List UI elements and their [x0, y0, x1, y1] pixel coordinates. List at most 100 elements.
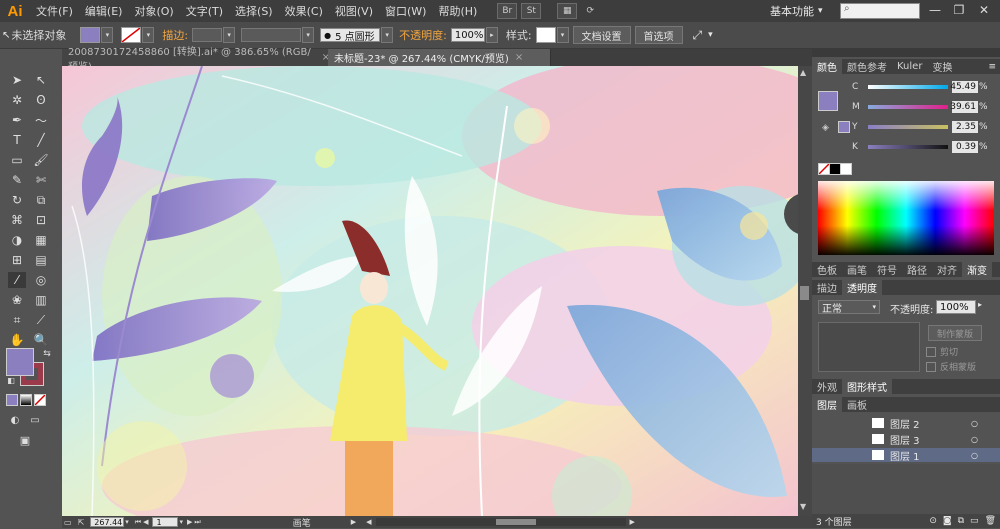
- brush-definition[interactable]: ● 5 点圆形: [320, 28, 381, 43]
- slider-value-c[interactable]: 45.49: [950, 81, 978, 93]
- hscroll-right-icon[interactable]: ▶: [630, 518, 635, 526]
- eyedropper-tool-icon[interactable]: ⁄: [8, 272, 26, 288]
- panel-menu-icon[interactable]: ≡: [988, 62, 996, 72]
- prev-page-icon[interactable]: ◀: [143, 518, 148, 526]
- layer-row[interactable]: 图层 3 ○: [812, 432, 1000, 447]
- shape-builder-tool-icon[interactable]: ◑: [8, 232, 26, 248]
- swap-colors-icon[interactable]: ⇆: [38, 346, 56, 362]
- slider-track-k[interactable]: [868, 145, 948, 149]
- magic-wand-tool-icon[interactable]: ✲: [8, 92, 26, 108]
- tab-gradient[interactable]: 渐变: [962, 262, 992, 277]
- chevron-down-icon[interactable]: ▾: [179, 518, 183, 526]
- tab-stroke[interactable]: 描边: [812, 280, 842, 295]
- menu-effect[interactable]: 效果(C): [279, 3, 329, 19]
- width-tool-icon[interactable]: ⌘: [8, 212, 26, 228]
- direct-selection-tool-icon[interactable]: ↖: [32, 72, 50, 88]
- tab-layers[interactable]: 图层: [812, 397, 842, 412]
- opacity-field[interactable]: 100%: [450, 28, 485, 42]
- perspective-grid-tool-icon[interactable]: ▦: [32, 232, 50, 248]
- tab-color[interactable]: 颜色: [812, 59, 842, 74]
- make-mask-button[interactable]: 制作蒙版: [928, 325, 983, 341]
- panel-opacity-field[interactable]: 100%: [936, 300, 976, 314]
- slider-value-y[interactable]: 2.35: [952, 121, 978, 133]
- type-tool-icon[interactable]: T: [8, 132, 26, 148]
- drawing-mode-icon[interactable]: ◐: [6, 412, 24, 428]
- horizontal-scrollbar[interactable]: [375, 518, 626, 526]
- chevron-right-icon[interactable]: ▸: [485, 27, 498, 43]
- white-swatch[interactable]: [840, 163, 852, 175]
- layer-target-icon[interactable]: ○: [971, 419, 978, 428]
- blend-mode-select[interactable]: 正常 ▾: [818, 300, 880, 315]
- tab-appearance[interactable]: 外观: [812, 379, 842, 394]
- color-spectrum[interactable]: [818, 181, 994, 255]
- chevron-down-icon[interactable]: ▾: [101, 27, 114, 43]
- menu-help[interactable]: 帮助(H): [432, 3, 483, 19]
- panel-stroke-swatch[interactable]: [838, 121, 850, 133]
- slice-tool-icon[interactable]: ⟋: [32, 312, 50, 328]
- color-mode-icon[interactable]: [6, 394, 18, 406]
- layer-target-icon[interactable]: ○: [971, 435, 978, 444]
- lasso-tool-icon[interactable]: ʘ: [32, 92, 50, 108]
- layer-name[interactable]: 图层 3: [890, 432, 920, 447]
- tab-pathfinder[interactable]: 路径: [902, 262, 932, 277]
- scale-tool-icon[interactable]: ⧉: [32, 192, 50, 208]
- slider-value-k[interactable]: 0.39: [952, 141, 978, 153]
- chevron-down-icon[interactable]: ▾: [223, 27, 236, 43]
- rotate-tool-icon[interactable]: ↻: [8, 192, 26, 208]
- menu-edit[interactable]: 编辑(E): [79, 3, 129, 19]
- vertical-scrollbar[interactable]: ▲ ▼: [798, 66, 812, 516]
- stroke-swatch[interactable]: [121, 27, 142, 43]
- menu-view[interactable]: 视图(V): [329, 3, 379, 19]
- out-of-gamut-icon[interactable]: ◈: [822, 123, 829, 133]
- tab-align[interactable]: 对齐: [932, 262, 962, 277]
- layer-name[interactable]: 图层 1: [890, 448, 920, 463]
- close-button[interactable]: ✕: [975, 2, 993, 18]
- menu-object[interactable]: 对象(O): [128, 3, 179, 19]
- menu-window[interactable]: 窗口(W): [379, 3, 432, 19]
- scroll-up-icon[interactable]: ▲: [800, 68, 806, 77]
- arrange-icon[interactable]: ⤢: [693, 28, 703, 43]
- delete-layer-icon[interactable]: 🗑: [985, 516, 996, 526]
- slider-track-m[interactable]: [868, 105, 948, 109]
- make-clipping-mask-icon[interactable]: ◙: [943, 516, 952, 526]
- slider-k[interactable]: K 0.39 %: [852, 139, 1000, 155]
- new-sublayer-icon[interactable]: ⧉: [958, 516, 964, 526]
- bridge-button[interactable]: Br: [497, 3, 518, 19]
- gradient-tool-icon[interactable]: ▤: [32, 252, 50, 268]
- slider-c[interactable]: C 45.49 %: [852, 79, 1000, 95]
- mesh-tool-icon[interactable]: ⊞: [8, 252, 26, 268]
- search-input[interactable]: ⌕: [840, 3, 920, 19]
- document-setup-button[interactable]: 文档设置: [572, 26, 631, 44]
- tab-document-1[interactable]: 20087301724​58860 [转换].ai* @ 386.65% (RG…: [62, 47, 337, 73]
- free-transform-tool-icon[interactable]: ⊡: [32, 212, 50, 228]
- chevron-down-icon[interactable]: ▾: [142, 27, 155, 43]
- slider-m[interactable]: M 39.61 %: [852, 99, 1000, 115]
- chevron-down-icon[interactable]: ▾: [302, 27, 315, 43]
- artboard-canvas[interactable]: [62, 66, 798, 516]
- menu-type[interactable]: 文字(T): [180, 3, 229, 19]
- chevron-down-icon[interactable]: ▾: [381, 27, 394, 43]
- invert-mask-checkbox[interactable]: 反相蒙版: [926, 360, 976, 373]
- stroke-weight-field[interactable]: [192, 28, 223, 42]
- slider-track-y[interactable]: [868, 125, 948, 129]
- workspace-switcher[interactable]: 基本功能 ▾: [770, 0, 823, 22]
- menu-select[interactable]: 选择(S): [229, 3, 279, 19]
- draw-behind-icon[interactable]: ▭: [26, 412, 44, 428]
- new-layer-icon[interactable]: ▭: [970, 516, 979, 526]
- restore-button[interactable]: ❐: [950, 2, 968, 18]
- scroll-down-icon[interactable]: ▼: [800, 502, 806, 511]
- curvature-tool-icon[interactable]: 〜: [32, 112, 50, 128]
- tab-transform[interactable]: 变换: [927, 59, 957, 74]
- layer-target-icon[interactable]: ○: [971, 451, 978, 460]
- paintbrush-tool-icon[interactable]: 🖌: [32, 152, 50, 168]
- pencil-tool-icon[interactable]: ✎: [8, 172, 26, 188]
- first-page-icon[interactable]: ⏮: [135, 518, 141, 527]
- chevron-right-icon[interactable]: ▸: [978, 300, 982, 309]
- chevron-down-icon[interactable]: ▾: [556, 27, 569, 43]
- tab-artboards[interactable]: 画板: [842, 397, 872, 412]
- opacity-label[interactable]: 不透明度:: [399, 27, 447, 43]
- stock-button[interactable]: St: [521, 3, 542, 19]
- rectangle-tool-icon[interactable]: ▭: [8, 152, 26, 168]
- tab-color-guide[interactable]: 颜色参考: [842, 59, 892, 74]
- panel-menu-icon[interactable]: ▾: [708, 30, 713, 40]
